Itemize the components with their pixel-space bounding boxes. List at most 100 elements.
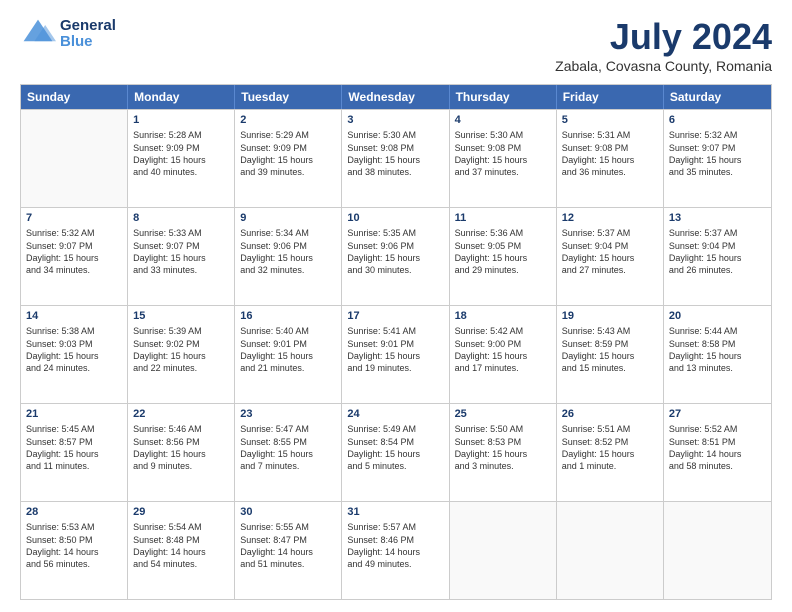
col-friday: Friday <box>557 85 664 109</box>
line4: and 1 minute. <box>562 460 658 472</box>
line3: Daylight: 15 hours <box>562 350 658 362</box>
line4: and 11 minutes. <box>26 460 122 472</box>
cal-cell-r3-c1: 14Sunrise: 5:38 AMSunset: 9:03 PMDayligh… <box>21 306 128 403</box>
line1: Sunrise: 5:36 AM <box>455 227 551 239</box>
logo-general-text: General <box>60 18 116 35</box>
line1: Sunrise: 5:28 AM <box>133 129 229 141</box>
line3: Daylight: 15 hours <box>669 350 766 362</box>
line3: Daylight: 15 hours <box>240 448 336 460</box>
line1: Sunrise: 5:40 AM <box>240 325 336 337</box>
cal-cell-r3-c3: 16Sunrise: 5:40 AMSunset: 9:01 PMDayligh… <box>235 306 342 403</box>
line1: Sunrise: 5:32 AM <box>26 227 122 239</box>
line1: Sunrise: 5:31 AM <box>562 129 658 141</box>
day-number: 18 <box>455 309 551 324</box>
cal-cell-r1-c4: 3Sunrise: 5:30 AMSunset: 9:08 PMDaylight… <box>342 110 449 207</box>
line1: Sunrise: 5:29 AM <box>240 129 336 141</box>
cal-cell-r5-c1: 28Sunrise: 5:53 AMSunset: 8:50 PMDayligh… <box>21 502 128 599</box>
header: General Blue July 2024 Zabala, Covasna C… <box>20 16 772 74</box>
line1: Sunrise: 5:41 AM <box>347 325 443 337</box>
line4: and 17 minutes. <box>455 362 551 374</box>
day-number: 17 <box>347 309 443 324</box>
day-number: 6 <box>669 113 766 128</box>
cal-cell-r1-c5: 4Sunrise: 5:30 AMSunset: 9:08 PMDaylight… <box>450 110 557 207</box>
day-number: 9 <box>240 211 336 226</box>
col-sunday: Sunday <box>21 85 128 109</box>
line2: Sunset: 8:46 PM <box>347 534 443 546</box>
logo-blue-text: Blue <box>60 34 116 51</box>
day-number: 2 <box>240 113 336 128</box>
line1: Sunrise: 5:32 AM <box>669 129 766 141</box>
line2: Sunset: 8:47 PM <box>240 534 336 546</box>
line4: and 3 minutes. <box>455 460 551 472</box>
line4: and 33 minutes. <box>133 264 229 276</box>
line1: Sunrise: 5:50 AM <box>455 423 551 435</box>
day-number: 21 <box>26 407 122 422</box>
line2: Sunset: 8:59 PM <box>562 338 658 350</box>
cal-cell-r4-c5: 25Sunrise: 5:50 AMSunset: 8:53 PMDayligh… <box>450 404 557 501</box>
line3: Daylight: 15 hours <box>240 252 336 264</box>
line2: Sunset: 9:09 PM <box>240 142 336 154</box>
day-number: 30 <box>240 505 336 520</box>
line4: and 38 minutes. <box>347 166 443 178</box>
line4: and 40 minutes. <box>133 166 229 178</box>
line2: Sunset: 9:00 PM <box>455 338 551 350</box>
line1: Sunrise: 5:45 AM <box>26 423 122 435</box>
line2: Sunset: 8:56 PM <box>133 436 229 448</box>
line4: and 32 minutes. <box>240 264 336 276</box>
day-number: 5 <box>562 113 658 128</box>
cal-cell-r5-c3: 30Sunrise: 5:55 AMSunset: 8:47 PMDayligh… <box>235 502 342 599</box>
line1: Sunrise: 5:38 AM <box>26 325 122 337</box>
calendar: Sunday Monday Tuesday Wednesday Thursday… <box>20 84 772 600</box>
cal-cell-r1-c3: 2Sunrise: 5:29 AMSunset: 9:09 PMDaylight… <box>235 110 342 207</box>
line3: Daylight: 15 hours <box>240 154 336 166</box>
line3: Daylight: 14 hours <box>347 546 443 558</box>
line4: and 9 minutes. <box>133 460 229 472</box>
line3: Daylight: 15 hours <box>455 350 551 362</box>
line2: Sunset: 8:52 PM <box>562 436 658 448</box>
day-number: 27 <box>669 407 766 422</box>
line3: Daylight: 15 hours <box>133 350 229 362</box>
day-number: 15 <box>133 309 229 324</box>
line4: and 15 minutes. <box>562 362 658 374</box>
line3: Daylight: 15 hours <box>455 252 551 264</box>
cal-cell-r2-c3: 9Sunrise: 5:34 AMSunset: 9:06 PMDaylight… <box>235 208 342 305</box>
col-thursday: Thursday <box>450 85 557 109</box>
line4: and 24 minutes. <box>26 362 122 374</box>
line1: Sunrise: 5:30 AM <box>347 129 443 141</box>
title-block: July 2024 Zabala, Covasna County, Romani… <box>555 16 772 74</box>
day-number: 24 <box>347 407 443 422</box>
line4: and 34 minutes. <box>26 264 122 276</box>
logo: General Blue <box>20 16 116 52</box>
cal-cell-r5-c5 <box>450 502 557 599</box>
line4: and 26 minutes. <box>669 264 766 276</box>
line4: and 37 minutes. <box>455 166 551 178</box>
line2: Sunset: 8:48 PM <box>133 534 229 546</box>
line2: Sunset: 9:04 PM <box>562 240 658 252</box>
cal-cell-r2-c5: 11Sunrise: 5:36 AMSunset: 9:05 PMDayligh… <box>450 208 557 305</box>
line4: and 19 minutes. <box>347 362 443 374</box>
line3: Daylight: 15 hours <box>26 252 122 264</box>
day-number: 12 <box>562 211 658 226</box>
line2: Sunset: 9:01 PM <box>240 338 336 350</box>
cal-cell-r2-c1: 7Sunrise: 5:32 AMSunset: 9:07 PMDaylight… <box>21 208 128 305</box>
line1: Sunrise: 5:54 AM <box>133 521 229 533</box>
cal-cell-r4-c6: 26Sunrise: 5:51 AMSunset: 8:52 PMDayligh… <box>557 404 664 501</box>
day-number: 29 <box>133 505 229 520</box>
line1: Sunrise: 5:43 AM <box>562 325 658 337</box>
cal-cell-r5-c2: 29Sunrise: 5:54 AMSunset: 8:48 PMDayligh… <box>128 502 235 599</box>
day-number: 22 <box>133 407 229 422</box>
line3: Daylight: 14 hours <box>240 546 336 558</box>
subtitle: Zabala, Covasna County, Romania <box>555 58 772 74</box>
col-saturday: Saturday <box>664 85 771 109</box>
cal-cell-r1-c1 <box>21 110 128 207</box>
line2: Sunset: 9:09 PM <box>133 142 229 154</box>
cal-cell-r4-c3: 23Sunrise: 5:47 AMSunset: 8:55 PMDayligh… <box>235 404 342 501</box>
day-number: 28 <box>26 505 122 520</box>
calendar-body: 1Sunrise: 5:28 AMSunset: 9:09 PMDaylight… <box>21 109 771 599</box>
line3: Daylight: 15 hours <box>133 154 229 166</box>
cal-cell-r5-c7 <box>664 502 771 599</box>
line2: Sunset: 9:08 PM <box>562 142 658 154</box>
logo-name: General Blue <box>60 18 116 51</box>
line3: Daylight: 14 hours <box>669 448 766 460</box>
day-number: 8 <box>133 211 229 226</box>
